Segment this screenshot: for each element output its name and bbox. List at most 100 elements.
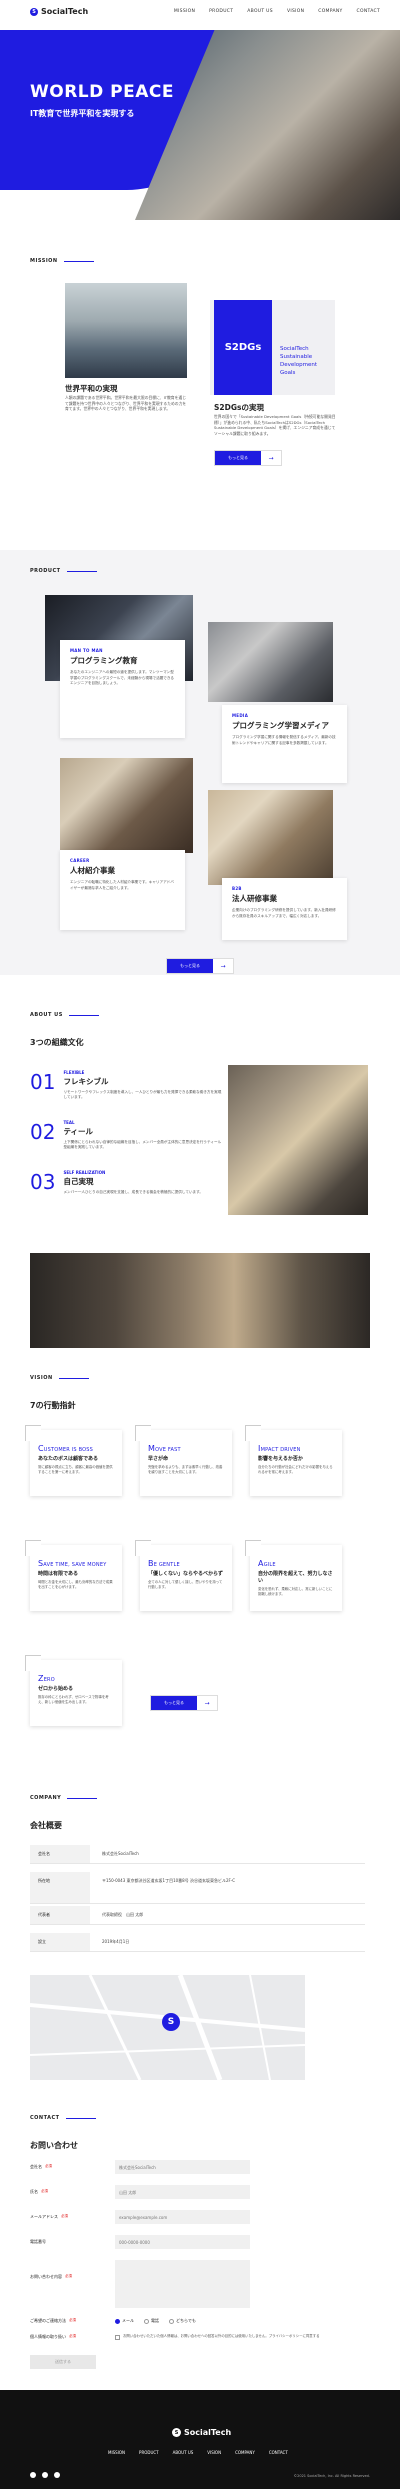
nav-about[interactable]: ABOUT US bbox=[247, 9, 273, 14]
email-field[interactable] bbox=[115, 2210, 250, 2224]
vision-7-text: 既存の枠にとらわれず、ゼロベースで物事を考え、新しい価値を生み出します。 bbox=[38, 1695, 109, 1704]
about-office-photo bbox=[228, 1065, 368, 1215]
footer-logo[interactable]: S SocialTech bbox=[172, 2428, 231, 2437]
product-photo-2 bbox=[208, 622, 333, 702]
about-2-number: 02 bbox=[30, 1120, 56, 1144]
radio-unchecked-icon bbox=[144, 2318, 149, 2324]
footer-nav-product[interactable]: PRODUCT bbox=[139, 2450, 159, 2455]
footer-nav-contact[interactable]: CONTACT bbox=[269, 2450, 288, 2455]
about-3-number: 03 bbox=[30, 1170, 56, 1194]
radio-either[interactable]: どちらでも bbox=[169, 2318, 196, 2324]
twitter-icon[interactable] bbox=[42, 2472, 48, 2478]
product-card-4[interactable]: B2B 法人研修事業 企業向けのプログラミング研修を提供しています。新入社員研修… bbox=[222, 878, 347, 940]
vision-card-1: CUSTOMER IS BOSS あなたのボスは顧客である 常に顧客の視点に立ち… bbox=[25, 1425, 122, 1496]
phone-field[interactable] bbox=[115, 2235, 250, 2249]
about-2-title: ティール bbox=[63, 1127, 94, 1136]
nav-product[interactable]: PRODUCT bbox=[209, 9, 233, 14]
footer-nav-company[interactable]: COMPANY bbox=[235, 2450, 255, 2455]
map-pin-icon: S bbox=[162, 2013, 180, 2031]
product-label-text: PRODUCT bbox=[30, 568, 61, 574]
mission-label-line bbox=[63, 260, 94, 262]
about-3-text: メンバー一人ひとりの自己実現を支援し、成長できる機会を積極的に提供しています。 bbox=[63, 1190, 203, 1194]
company-row-key: 会社名 bbox=[30, 1845, 90, 1863]
submit-button[interactable]: 送信する bbox=[30, 2355, 96, 2369]
about-2-text: 上下関係にとらわれない自律的な組織を目指し、メンバー全員が主体的に意思決定を行う… bbox=[63, 1140, 222, 1149]
vision-card-corner bbox=[245, 1540, 261, 1556]
message-textarea[interactable] bbox=[115, 2260, 250, 2308]
header: S SocialTech MISSION PRODUCT ABOUT US VI… bbox=[0, 0, 400, 22]
footer-nav-about[interactable]: ABOUT US bbox=[173, 2450, 194, 2455]
mission-label: MISSION bbox=[30, 258, 94, 264]
nav-contact[interactable]: CONTACT bbox=[357, 9, 380, 14]
about-1-tag: FLEXIBLE bbox=[63, 1070, 85, 1075]
form-row-email: メールアドレス 必須 bbox=[30, 2210, 370, 2224]
vision-4-text: 時間とお金を大切にし、最も効率的な方法で成果を出すことを心がけます。 bbox=[38, 1580, 113, 1589]
mission-label-text: MISSION bbox=[30, 258, 58, 264]
footer-logo-mark-icon: S bbox=[172, 2428, 181, 2437]
privacy-checkbox[interactable] bbox=[115, 2335, 120, 2340]
company-row-key: 代表者 bbox=[30, 1906, 90, 1924]
vision-2-rest: OVE FAST bbox=[155, 1447, 181, 1453]
contact-label-line bbox=[65, 2117, 96, 2119]
mission-more-button[interactable]: もっと見る → bbox=[214, 450, 282, 466]
company-label: COMPANY bbox=[30, 1795, 98, 1801]
vision-6-rest: GILE bbox=[263, 1562, 276, 1568]
vision-2-jp: 早さが命 bbox=[148, 1456, 169, 1462]
product-2-tag: MEDIA bbox=[232, 713, 249, 718]
about-3-title: 自己実現 bbox=[63, 1177, 94, 1186]
company-row-value: 代表取締役 山田 太郎 bbox=[102, 1912, 144, 1917]
nav-company[interactable]: COMPANY bbox=[318, 9, 342, 14]
vision-5-jp: 「優しくない」ならやるべからず bbox=[148, 1571, 223, 1577]
about-team-photo bbox=[30, 1253, 370, 1348]
product-card-3[interactable]: CAREER 人材紹介事業 エンジニアの転職に特化した人材紹介事業です。キャリア… bbox=[60, 850, 185, 930]
product-1-tag: MAN TO MAN bbox=[70, 648, 103, 653]
form-label-privacy: 個人情報の取り扱い bbox=[30, 2334, 66, 2339]
company-label-line bbox=[67, 1797, 98, 1799]
product-photo-3 bbox=[60, 758, 193, 853]
about-1-title: フレキシブル bbox=[63, 1077, 109, 1086]
youtube-icon[interactable] bbox=[54, 2472, 60, 2478]
site-logo[interactable]: S SocialTech bbox=[30, 7, 88, 16]
product-4-text: 企業向けのプログラミング研修を提供しています。新入社員研修から既存社員のスキルア… bbox=[232, 908, 336, 918]
product-card-1[interactable]: MAN TO MAN プログラミング教育 あなたのエンジニアへの最短の道を提供し… bbox=[60, 640, 185, 738]
required-badge: 必須 bbox=[65, 2274, 72, 2278]
form-label-company: 会社名 bbox=[30, 2164, 42, 2169]
footer-nav-mission[interactable]: MISSION bbox=[108, 2450, 125, 2455]
radio-phone-label: 電話 bbox=[151, 2318, 159, 2323]
arrow-right-icon: → bbox=[220, 962, 226, 970]
vision-card-4: SAVE TIME, SAVE MONEY 時間は有限である 時間とお金を大切に… bbox=[25, 1540, 122, 1611]
vision-more-button[interactable]: もっと見る → bbox=[150, 1695, 218, 1711]
vision-7-jp: ゼロから始める bbox=[38, 1686, 74, 1692]
nav-vision[interactable]: VISION bbox=[287, 9, 304, 14]
vision-5-rest: E GENTLE bbox=[153, 1562, 180, 1568]
product-1-title: プログラミング教育 bbox=[70, 656, 138, 665]
contact-heading: お問い合わせ bbox=[30, 2141, 78, 2150]
required-badge: 必須 bbox=[61, 2214, 68, 2218]
mission-card2-text: 世界の国々で「Sustainable Development Goals（持続可… bbox=[214, 414, 336, 436]
facebook-icon[interactable] bbox=[30, 2472, 36, 2478]
company-map[interactable]: S bbox=[30, 1975, 305, 2080]
about-item-1: 01 FLEXIBLE フレキシブル リモートワークやフレックス制度を導入し、一… bbox=[30, 1070, 223, 1100]
vision-6-jp: 自分の限界を超えて、努力しなさい bbox=[258, 1571, 333, 1584]
footer-nav-vision[interactable]: VISION bbox=[207, 2450, 221, 2455]
nav-mission[interactable]: MISSION bbox=[174, 9, 195, 14]
vision-card-2: MOVE FAST 早さが命 完璧を求めるよりも、まずは素早く行動し、改善を繰り… bbox=[135, 1425, 232, 1496]
required-badge: 必須 bbox=[45, 2164, 52, 2168]
about-label-text: ABOUT US bbox=[30, 1012, 63, 1018]
company-field[interactable] bbox=[115, 2160, 250, 2174]
required-badge: 必須 bbox=[69, 2334, 76, 2338]
name-field[interactable] bbox=[115, 2185, 250, 2199]
company-row-key: 所在地 bbox=[30, 1872, 90, 1903]
mission-team-photo bbox=[65, 283, 187, 378]
radio-email[interactable]: メール bbox=[115, 2318, 134, 2324]
product-more-button[interactable]: もっと見る → bbox=[166, 958, 234, 974]
product-4-title: 法人研修事業 bbox=[232, 894, 277, 903]
product-4-tag: B2B bbox=[232, 886, 242, 891]
mission-more-label: もっと見る bbox=[215, 451, 261, 465]
hero-title: WORLD PEACE bbox=[30, 82, 174, 102]
product-card-2[interactable]: MEDIA プログラミング学習メディア プログラミング学習に関する情報を発信する… bbox=[222, 705, 347, 783]
company-label-text: COMPANY bbox=[30, 1795, 62, 1801]
vision-6-text: 変化を恐れず、柔軟に対応し、常に新しいことに挑戦し続けます。 bbox=[258, 1587, 333, 1596]
radio-phone[interactable]: 電話 bbox=[144, 2318, 159, 2324]
logo-mark-icon: S bbox=[30, 7, 38, 16]
